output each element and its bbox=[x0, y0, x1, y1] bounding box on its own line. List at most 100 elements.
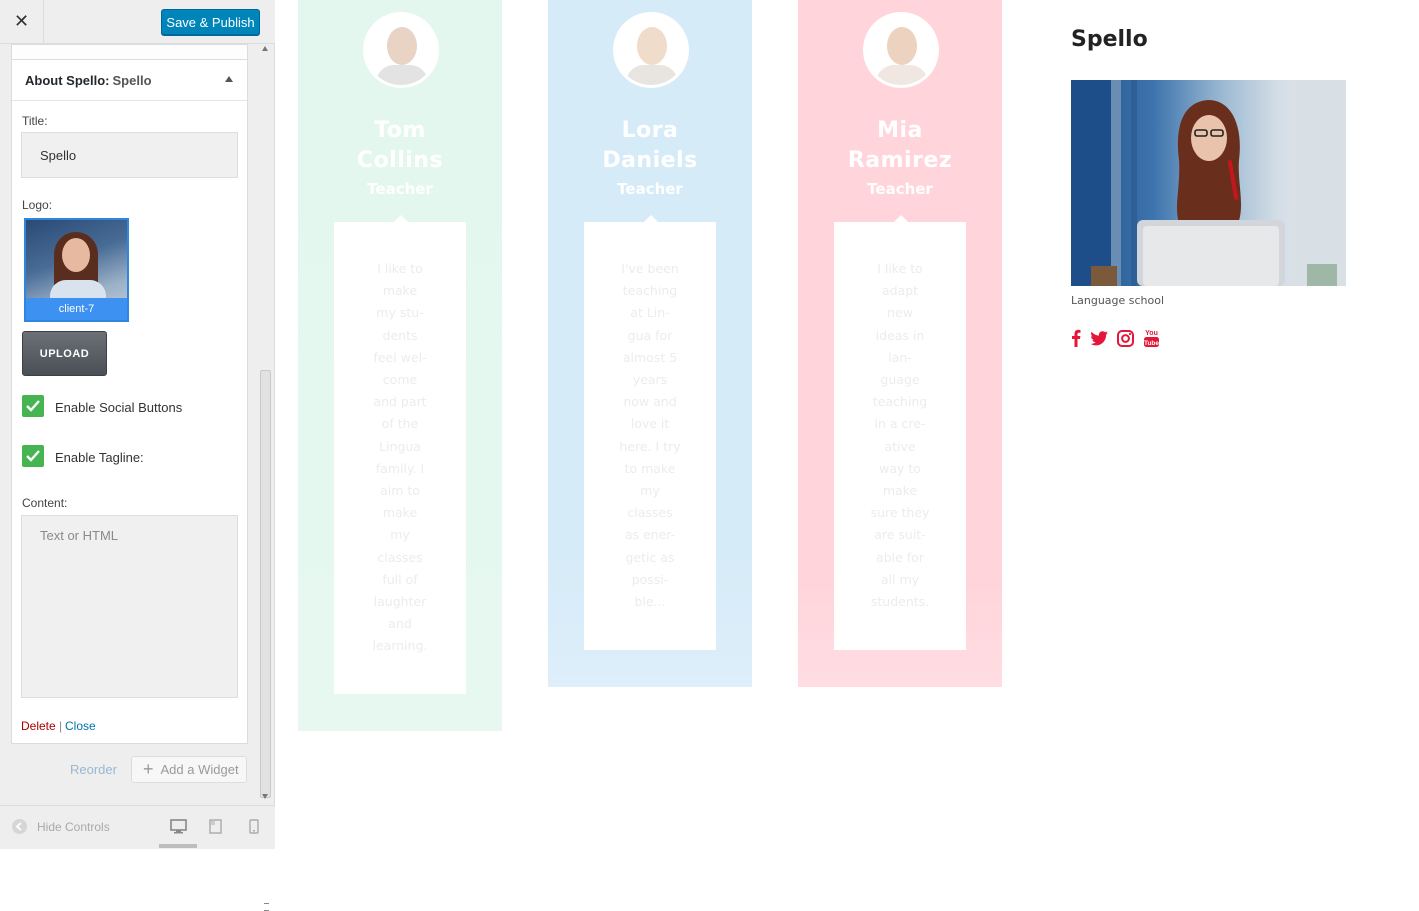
teacher-avatar bbox=[613, 12, 689, 88]
avatar-body bbox=[376, 65, 428, 85]
teacher-bio-line: my bbox=[390, 527, 410, 543]
checkmark-icon bbox=[26, 450, 40, 462]
delete-link[interactable]: Delete bbox=[21, 719, 56, 733]
logo-image-face bbox=[62, 238, 90, 272]
customizer-sidebar: ✕ Save & Publish About Spello: Spello Ti… bbox=[0, 0, 275, 911]
teacher-bio-line: full of bbox=[382, 571, 418, 587]
scrollbar-thumb[interactable] bbox=[260, 370, 271, 911]
teacher-bio-line: to make bbox=[624, 460, 676, 476]
widget-panel: About Spello: Spello Title: Spello Logo:… bbox=[11, 44, 248, 744]
avatar-face bbox=[387, 27, 417, 65]
teacher-bio-line: students. bbox=[870, 594, 930, 610]
instagram-icon[interactable] bbox=[1117, 328, 1134, 348]
teacher-bio-line: classes bbox=[377, 549, 423, 565]
checkmark-icon bbox=[26, 400, 40, 412]
widget-header-title: About Spello: bbox=[25, 73, 110, 88]
teacher-bio-line: I like to bbox=[377, 261, 423, 276]
teacher-avatar bbox=[363, 12, 439, 88]
teacher-card: Mia Ramirez Teacher I like to adapt new ide… bbox=[798, 0, 1002, 687]
title-input[interactable]: Spello bbox=[21, 132, 238, 178]
social-buttons-checkbox[interactable] bbox=[22, 395, 44, 417]
site-preview: Tom Collins Teacher I like to make my stu-… bbox=[276, 0, 1419, 849]
bubble-arrow bbox=[894, 215, 908, 222]
sidebar-scrollbar[interactable] bbox=[259, 44, 273, 911]
teacher-bio: I like to adapt new ideas in lan-guage teachi… bbox=[834, 258, 966, 613]
add-widget-label: Add a Widget bbox=[160, 762, 239, 777]
close-customizer-button[interactable]: ✕ bbox=[0, 0, 44, 43]
avatar-face bbox=[637, 27, 667, 65]
desktop-icon[interactable] bbox=[170, 819, 187, 834]
teacher-name: Tom Collins bbox=[298, 116, 502, 176]
facebook-icon[interactable] bbox=[1071, 328, 1081, 348]
teacher-bio-line: guage bbox=[880, 372, 920, 388]
teacher-bio-line: now and bbox=[623, 394, 677, 410]
teacher-bio-line: ative bbox=[884, 438, 916, 454]
close-link[interactable]: Close bbox=[65, 719, 96, 733]
teacher-bio-line: able for bbox=[876, 549, 924, 565]
bubble-arrow bbox=[394, 215, 408, 222]
scroll-up-arrow-icon[interactable] bbox=[262, 46, 268, 51]
teacher-bio-line: aim to bbox=[380, 483, 420, 499]
teacher-bio-line: gua for bbox=[627, 327, 673, 343]
teacher-bio-line: lan- bbox=[888, 349, 912, 365]
content-label: Content: bbox=[22, 496, 68, 510]
customizer-footer: Hide Controls bbox=[0, 805, 275, 849]
teacher-first-name: Lora bbox=[621, 118, 679, 143]
teacher-role: Teacher bbox=[367, 180, 433, 198]
teacher-bio: I like to make my stu-dents feel wel-come an… bbox=[334, 258, 466, 658]
logo-label: Logo: bbox=[22, 198, 53, 212]
teacher-bio-line: at Lin- bbox=[630, 305, 670, 321]
hide-controls-label[interactable]: Hide Controls bbox=[37, 820, 110, 834]
teacher-bio-line: I like to bbox=[877, 261, 923, 276]
save-publish-button[interactable]: Save & Publish bbox=[161, 9, 260, 35]
teacher-bio-line: laughter bbox=[373, 594, 427, 610]
teacher-bio-line: my stu- bbox=[376, 305, 424, 321]
teacher-avatar bbox=[863, 12, 939, 88]
about-widget-title: Spello bbox=[1071, 27, 1148, 52]
widget-header-subtitle: Spello bbox=[112, 73, 152, 88]
teacher-bio-bubble: I like to make my stu-dents feel wel-come an… bbox=[334, 215, 466, 694]
active-device-indicator bbox=[159, 844, 197, 848]
reorder-link[interactable]: Reorder bbox=[70, 762, 117, 777]
teacher-card: Lora Daniels Teacher I've been teaching at… bbox=[548, 0, 752, 687]
teacher-last-name: Collins bbox=[356, 148, 444, 173]
teacher-bio-bubble: I like to adapt new ideas in lan-guage teachi… bbox=[834, 215, 966, 650]
teacher-bio-line: classes bbox=[627, 505, 673, 521]
avatar-body bbox=[876, 65, 928, 85]
teacher-bio-line: here. I try bbox=[619, 438, 681, 454]
widget-header[interactable]: About Spello: Spello bbox=[12, 61, 247, 101]
teacher-bio-line: of the bbox=[381, 416, 419, 432]
teacher-bio-line: my bbox=[640, 483, 660, 499]
teacher-bio-line: ble... bbox=[634, 594, 666, 610]
teacher-name: Lora Daniels bbox=[548, 116, 752, 176]
teacher-bio-line: Lingua bbox=[379, 438, 421, 454]
collapse-sidebar-icon[interactable] bbox=[12, 819, 27, 834]
teacher-bio-line: dents bbox=[382, 327, 418, 343]
collapse-up-icon[interactable] bbox=[225, 76, 233, 82]
teacher-bio-line: years bbox=[632, 372, 668, 388]
mobile-icon[interactable] bbox=[249, 819, 259, 834]
close-icon: ✕ bbox=[13, 11, 30, 32]
link-separator: | bbox=[59, 719, 63, 733]
bubble-arrow bbox=[644, 215, 658, 222]
add-widget-button[interactable]: + Add a Widget bbox=[131, 756, 247, 783]
scroll-down-arrow-icon[interactable] bbox=[262, 794, 268, 799]
tablet-icon[interactable] bbox=[209, 819, 222, 834]
twitter-icon[interactable] bbox=[1090, 328, 1108, 348]
teacher-bio-bubble: I've been teaching at Lin-gua for almost 5 y… bbox=[584, 215, 716, 650]
content-textarea[interactable]: Text or HTML bbox=[21, 515, 238, 698]
logo-thumbnail[interactable]: client-7 bbox=[24, 218, 129, 322]
teacher-bio-line: possi- bbox=[631, 571, 669, 587]
about-widget-logo-image bbox=[1071, 80, 1346, 286]
teacher-first-name: Mia bbox=[877, 118, 923, 143]
teacher-bio-line: teaching bbox=[622, 283, 678, 299]
teacher-bio-line: and part bbox=[373, 394, 427, 410]
social-buttons-label: Enable Social Buttons bbox=[55, 400, 183, 415]
teacher-bio-line: I've been bbox=[621, 261, 679, 276]
youtube-icon[interactable]: You Tube bbox=[1143, 328, 1160, 348]
upload-button[interactable]: UPLOAD bbox=[22, 331, 107, 376]
tagline-checkbox[interactable] bbox=[22, 445, 44, 467]
teacher-last-name: Daniels bbox=[602, 148, 698, 173]
teacher-bio: I've been teaching at Lin-gua for almost 5 y… bbox=[584, 258, 716, 613]
teacher-bio-line: love it bbox=[630, 416, 670, 432]
